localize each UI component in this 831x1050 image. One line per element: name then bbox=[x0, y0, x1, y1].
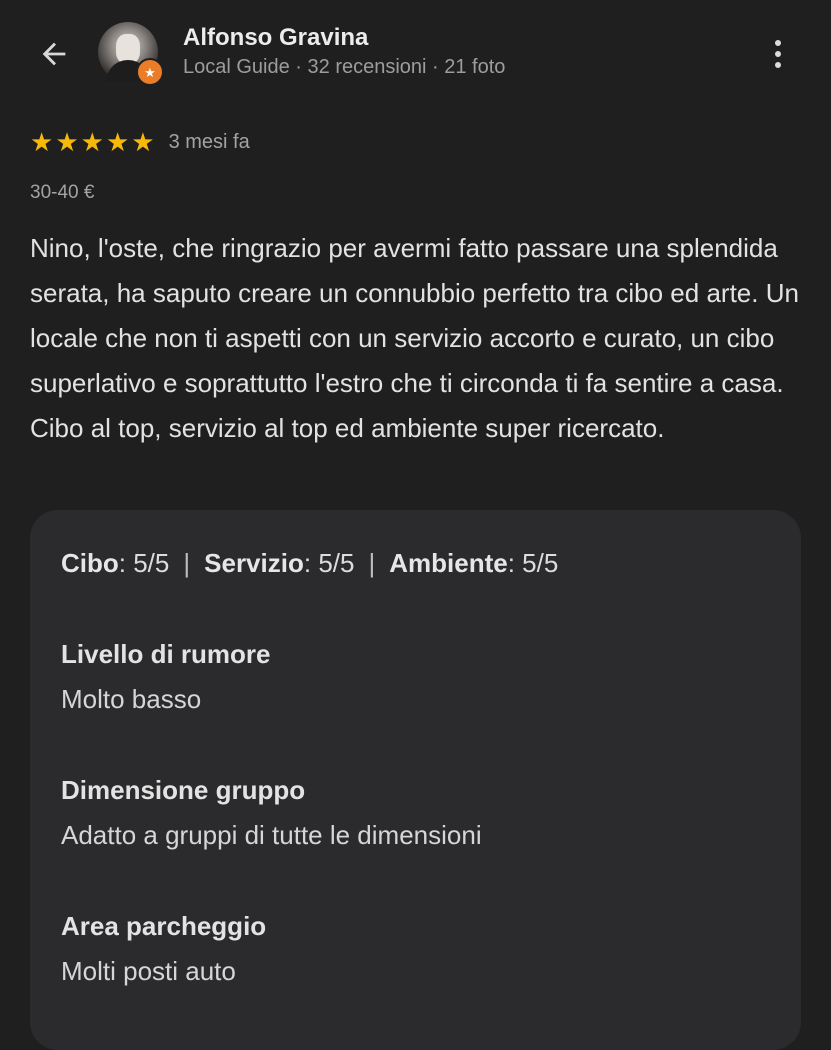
score-label-service: Servizio bbox=[204, 548, 304, 578]
score-colon: : bbox=[118, 548, 134, 578]
attribute-value: Molti posti auto bbox=[61, 956, 236, 986]
more-options-button[interactable] bbox=[758, 30, 798, 78]
attribute-value: Adatto a gruppi di tutte le dimensioni bbox=[61, 820, 482, 850]
price-range: 30-40 € bbox=[30, 182, 95, 203]
review-text: Nino, l'oste, che ringrazio per avermi f… bbox=[30, 233, 799, 443]
score-separator: | bbox=[183, 548, 191, 578]
arrow-back-icon bbox=[42, 42, 66, 66]
star-icon: ★ bbox=[131, 127, 155, 157]
attribute-title: Dimensione gruppo bbox=[61, 775, 306, 805]
score-value-food: 5/5 bbox=[133, 548, 170, 578]
scores-row: Cibo: 5/5 | Servizio: 5/5 | Ambiente: 5/5 bbox=[61, 548, 558, 579]
score-separator: | bbox=[368, 548, 376, 578]
star-rating: ★ ★ ★ ★ ★ bbox=[30, 129, 155, 155]
score-value-service: 5/5 bbox=[318, 548, 355, 578]
attribute-title: Area parcheggio bbox=[61, 911, 267, 941]
score-colon: : bbox=[507, 548, 523, 578]
review-time: 3 mesi fa bbox=[168, 130, 250, 153]
score-value-ambience: 5/5 bbox=[522, 548, 559, 578]
score-label-ambience: Ambiente bbox=[389, 548, 508, 578]
star-icon: ★ bbox=[105, 127, 130, 157]
attribute-noise-level: Livello di rumore Molto basso bbox=[61, 638, 271, 715]
local-guide-badge-icon: ★ bbox=[136, 58, 164, 86]
user-meta: Local Guide · 32 recensioni · 21 foto bbox=[183, 56, 506, 78]
review-header: ★ Alfonso Gravina Local Guide · 32 recen… bbox=[0, 0, 831, 110]
attribute-title: Livello di rumore bbox=[61, 639, 271, 669]
more-vert-icon-dot bbox=[775, 51, 781, 57]
star-icon: ★ bbox=[55, 127, 79, 157]
review-details-card: Cibo: 5/5 | Servizio: 5/5 | Ambiente: 5/5 Li… bbox=[30, 510, 801, 1050]
score-colon: : bbox=[303, 548, 319, 578]
user-name[interactable]: Alfonso Gravina bbox=[183, 24, 368, 52]
star-icon: ★ bbox=[80, 127, 104, 157]
attribute-parking: Area parcheggio Molti posti auto bbox=[61, 910, 266, 987]
score-label-food: Cibo bbox=[61, 548, 119, 578]
rating-row: ★ ★ ★ ★ ★ 3 mesi fa bbox=[30, 128, 250, 156]
attribute-group-size: Dimensione gruppo Adatto a gruppi di tut… bbox=[61, 774, 482, 851]
star-icon: ★ bbox=[30, 127, 54, 157]
back-button[interactable] bbox=[30, 30, 78, 78]
more-vert-icon-dot bbox=[775, 62, 781, 68]
more-vert-icon-dot bbox=[775, 40, 781, 46]
attribute-value: Molto basso bbox=[61, 684, 202, 714]
